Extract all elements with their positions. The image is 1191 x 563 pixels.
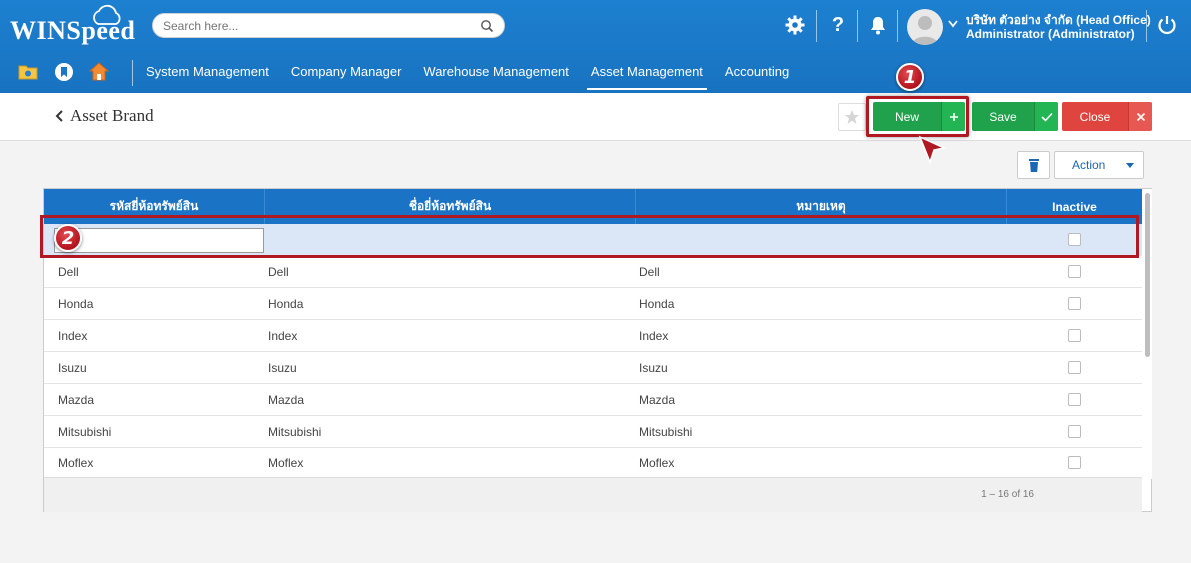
page-toolbar: Asset Brand New Save Close — [0, 93, 1191, 141]
folder-icon[interactable] — [18, 62, 38, 82]
inactive-checkbox[interactable] — [1068, 425, 1081, 438]
grid-footer: 1 – 16 of 16 — [44, 477, 1142, 512]
cell-name: Index — [268, 328, 298, 343]
cell-note: Honda — [639, 296, 675, 311]
header-separator — [857, 10, 858, 42]
table-row[interactable]: Dell Dell Dell — [44, 256, 1142, 288]
home-icon[interactable] — [89, 62, 109, 82]
close-button-label: Close — [1079, 109, 1111, 124]
cell-note: Index — [639, 328, 669, 343]
nav-company-manager[interactable]: Company Manager — [291, 64, 402, 90]
main-nav: System Management Company Manager Wareho… — [146, 64, 789, 90]
cell-note: Mazda — [639, 392, 676, 407]
power-icon[interactable] — [1156, 14, 1178, 36]
new-button[interactable]: New — [873, 102, 965, 131]
search-icon[interactable] — [480, 19, 494, 33]
inactive-checkbox[interactable] — [1068, 233, 1081, 246]
header-separator — [816, 10, 817, 42]
cell-note: Isuzu — [639, 360, 668, 375]
nav-system-management[interactable]: System Management — [146, 64, 269, 90]
trash-icon — [1028, 158, 1039, 172]
cell-name: Honda — [268, 296, 304, 311]
help-icon[interactable]: ? — [827, 14, 849, 36]
nav-accounting[interactable]: Accounting — [725, 64, 789, 90]
top-header: WINSpeed ? — [0, 0, 1191, 93]
cell-note: Moflex — [639, 455, 675, 470]
table-row[interactable]: Isuzu Isuzu Isuzu — [44, 352, 1142, 384]
cell-note: Mitsubishi — [639, 424, 693, 439]
cloud-icon — [93, 4, 121, 25]
bell-icon[interactable] — [867, 14, 889, 36]
table-row[interactable]: Mazda Mazda Mazda — [44, 384, 1142, 416]
page-title: Asset Brand — [70, 106, 154, 125]
inactive-checkbox[interactable] — [1068, 329, 1081, 342]
asset-brand-grid: รหัสยี่ห้อทรัพย์สิน ชื่อยี่ห้อทรัพย์สิน … — [43, 188, 1152, 512]
action-label: Action — [1072, 158, 1106, 172]
cell-name: Mazda — [268, 392, 305, 407]
cell-note: Dell — [639, 264, 660, 279]
new-entry-row[interactable] — [44, 224, 1142, 256]
inactive-checkbox[interactable] — [1068, 393, 1081, 406]
brand-code-input[interactable] — [54, 228, 264, 253]
cell-code: Isuzu — [58, 360, 87, 375]
cell-code: Mazda — [58, 392, 95, 407]
cell-name: Isuzu — [268, 360, 297, 375]
caret-down-icon — [1126, 163, 1134, 168]
star-icon — [845, 110, 859, 124]
delete-button[interactable] — [1017, 151, 1050, 179]
save-button-label: Save — [989, 109, 1017, 124]
column-header-code[interactable]: รหัสยี่ห้อทรัพย์สิน — [44, 189, 265, 224]
cell-code: Honda — [58, 296, 94, 311]
nav-separator — [132, 60, 133, 86]
cell-name: Dell — [268, 264, 289, 279]
pager-info: 1 – 16 of 16 — [981, 489, 1034, 500]
inactive-checkbox[interactable] — [1068, 297, 1081, 310]
column-header-note[interactable]: หมายเหตุ — [636, 189, 1007, 224]
back-icon[interactable] — [55, 109, 65, 123]
search-input[interactable] — [163, 18, 480, 33]
cell-code: Moflex — [58, 455, 94, 470]
save-button[interactable]: Save — [972, 102, 1058, 131]
inactive-checkbox[interactable] — [1068, 456, 1081, 469]
new-button-label: New — [894, 109, 919, 124]
cell-code: Mitsubishi — [58, 424, 112, 439]
cell-name: Mitsubishi — [268, 424, 322, 439]
gear-icon[interactable] — [784, 14, 806, 36]
cell-code: Dell — [58, 264, 79, 279]
table-row[interactable]: Honda Honda Honda — [44, 288, 1142, 320]
scrollbar-thumb[interactable] — [1145, 193, 1150, 357]
table-row[interactable]: Mitsubishi Mitsubishi Mitsubishi — [44, 416, 1142, 448]
avatar[interactable] — [907, 9, 943, 45]
step-1-badge: 1 — [896, 63, 924, 91]
step-2-badge: 2 — [54, 224, 82, 252]
close-icon[interactable] — [1128, 102, 1152, 131]
cell-code: Index — [58, 328, 88, 343]
header-separator — [897, 10, 898, 42]
check-icon[interactable] — [1034, 102, 1058, 131]
column-header-inactive[interactable]: Inactive — [1007, 189, 1142, 224]
user-role: Administrator (Administrator) — [966, 27, 1135, 41]
favorite-button[interactable] — [838, 103, 866, 131]
bookmark-icon[interactable] — [54, 62, 74, 82]
table-row[interactable]: Moflex Moflex Moflex — [44, 447, 1142, 479]
inactive-checkbox[interactable] — [1068, 265, 1081, 278]
column-header-name[interactable]: ชื่อยี่ห้อทรัพย์สิน — [265, 189, 636, 224]
pointer-arrow-icon — [918, 135, 947, 165]
grid-header: รหัสยี่ห้อทรัพย์สิน ชื่อยี่ห้อทรัพย์สิน … — [44, 189, 1142, 224]
inactive-checkbox[interactable] — [1068, 361, 1081, 374]
plus-icon[interactable] — [941, 102, 965, 131]
cell-name: Moflex — [268, 455, 304, 470]
table-row[interactable]: Index Index Index — [44, 320, 1142, 352]
header-separator — [1146, 10, 1147, 42]
close-button[interactable]: Close — [1062, 102, 1152, 131]
search-box[interactable] — [152, 13, 505, 38]
nav-asset-management[interactable]: Asset Management — [586, 64, 707, 90]
action-dropdown[interactable]: Action — [1054, 151, 1144, 179]
nav-warehouse-management[interactable]: Warehouse Management — [423, 64, 569, 90]
chevron-down-icon[interactable] — [948, 20, 958, 28]
